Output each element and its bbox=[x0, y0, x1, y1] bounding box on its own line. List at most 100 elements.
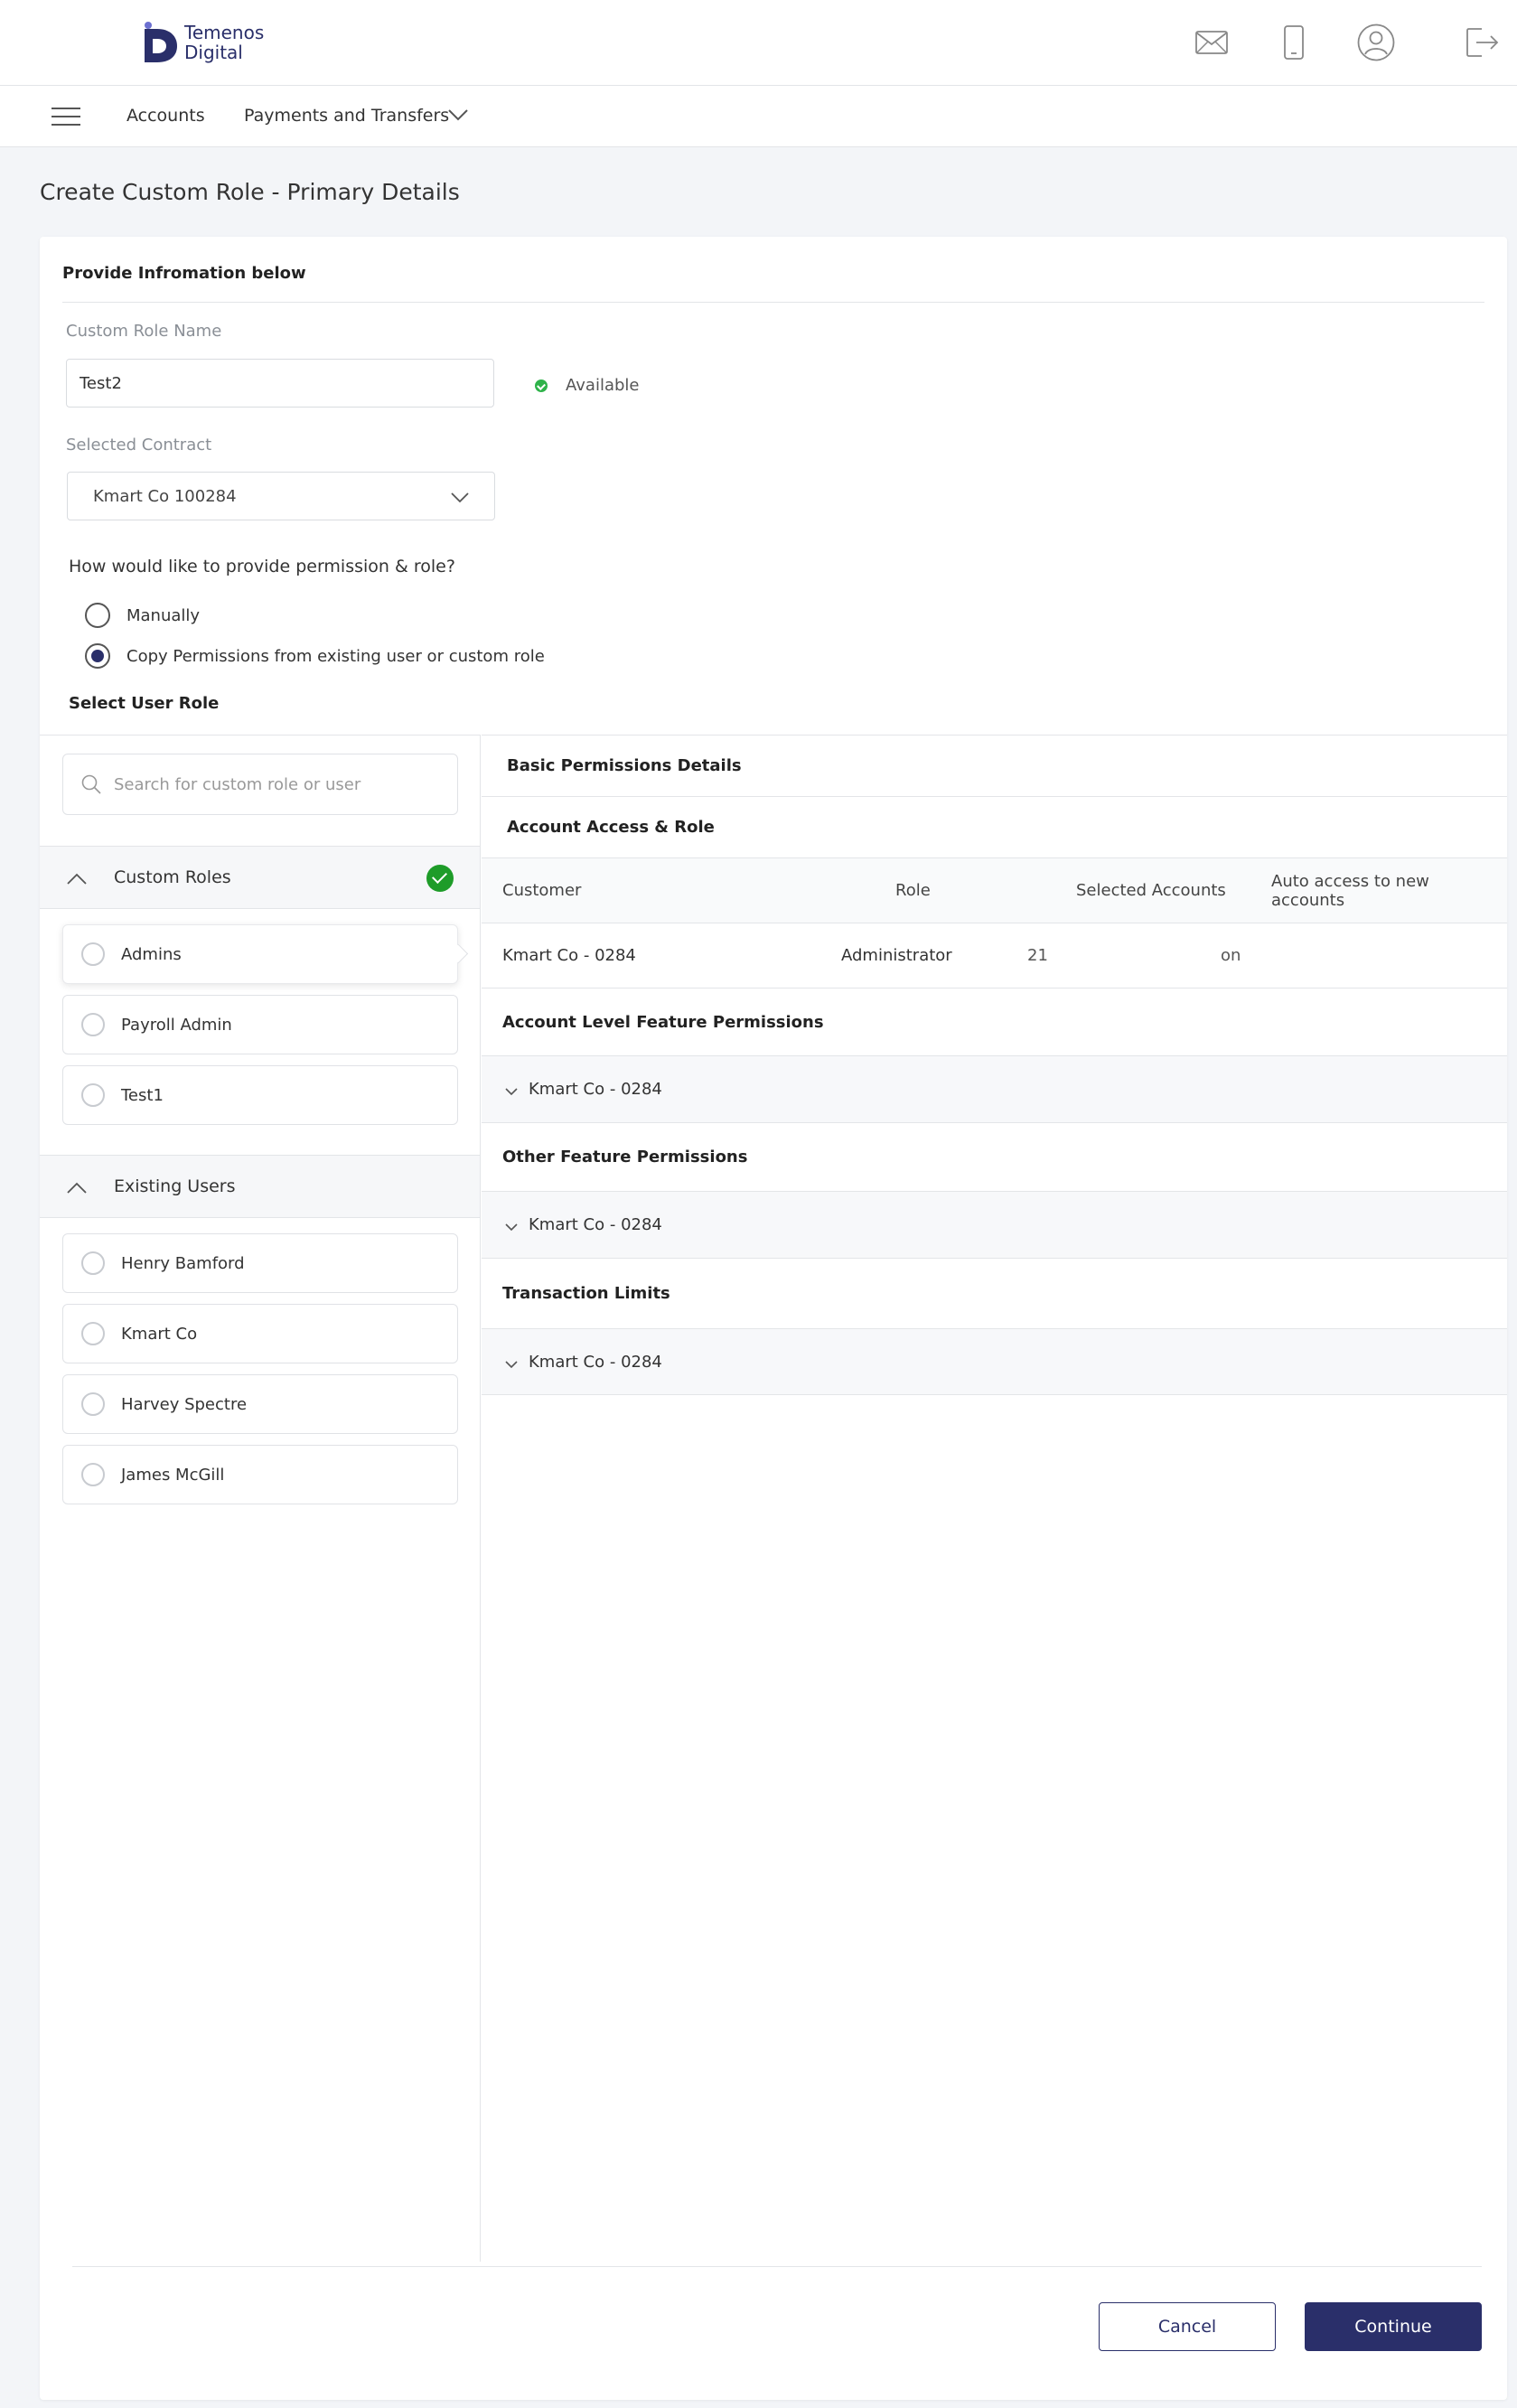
role-option-label: Admins bbox=[121, 944, 182, 964]
radio-button[interactable] bbox=[81, 1251, 105, 1275]
brand-line2: Digital bbox=[184, 42, 243, 63]
basic-permissions-title: Basic Permissions Details bbox=[507, 756, 742, 775]
radio-button-selected[interactable] bbox=[85, 643, 110, 669]
profile-icon[interactable] bbox=[1353, 20, 1399, 65]
user-option-label: James McGill bbox=[121, 1465, 225, 1485]
role-option-admins[interactable]: Admins bbox=[62, 924, 458, 984]
contract-label: Selected Contract bbox=[66, 436, 212, 454]
user-option-james-mcgill[interactable]: James McGill bbox=[62, 1445, 458, 1504]
chevron-up-icon[interactable] bbox=[67, 870, 87, 890]
existing-users-title: Existing Users bbox=[114, 1176, 236, 1196]
page-title: Create Custom Role - Primary Details bbox=[40, 179, 460, 205]
accordion-label: Kmart Co - 0284 bbox=[529, 1352, 662, 1372]
account-level-accordion[interactable]: Kmart Co - 0284 bbox=[482, 1056, 1507, 1123]
radio-button[interactable] bbox=[81, 1083, 105, 1107]
search-icon bbox=[81, 774, 101, 799]
cancel-button[interactable]: Cancel bbox=[1099, 2302, 1276, 2351]
radio-copy-permissions[interactable]: Copy Permissions from existing user or c… bbox=[85, 643, 545, 669]
user-option-label: Kmart Co bbox=[121, 1324, 198, 1344]
account-access-header: Account Access & Role bbox=[482, 797, 1507, 858]
column-selected-accounts: Selected Accounts bbox=[1076, 881, 1226, 900]
radio-button[interactable] bbox=[81, 1322, 105, 1345]
custom-roles-title: Custom Roles bbox=[114, 867, 231, 887]
contract-value: Kmart Co 100284 bbox=[93, 486, 237, 506]
user-option-label: Harvey Spectre bbox=[121, 1394, 248, 1414]
column-customer: Customer bbox=[502, 881, 582, 900]
role-name-input[interactable] bbox=[66, 359, 494, 408]
form-card: Provide Infromation below Custom Role Na… bbox=[40, 237, 1507, 2400]
user-option-kmart-co[interactable]: Kmart Co bbox=[62, 1304, 458, 1363]
chevron-down-icon[interactable] bbox=[505, 1082, 518, 1101]
cell-auto-access: on bbox=[1221, 946, 1241, 965]
accordion-label: Kmart Co - 0284 bbox=[529, 1080, 662, 1099]
other-permissions-accordion[interactable]: Kmart Co - 0284 bbox=[482, 1192, 1507, 1259]
section-title: Provide Infromation below bbox=[62, 264, 306, 283]
cell-selected-accounts: 21 bbox=[1027, 946, 1048, 965]
role-option-test1[interactable]: Test1 bbox=[62, 1065, 458, 1125]
cell-customer: Kmart Co - 0284 bbox=[502, 946, 636, 965]
account-access-title: Account Access & Role bbox=[507, 818, 715, 837]
logout-icon[interactable] bbox=[1460, 20, 1505, 65]
radio-manually-label: Manually bbox=[126, 605, 201, 625]
role-selector-panel: Search for custom role or user Custom Ro… bbox=[40, 735, 481, 2262]
basic-permissions-header: Basic Permissions Details bbox=[482, 736, 1507, 797]
transaction-limits-title: Transaction Limits bbox=[502, 1284, 670, 1303]
permissions-details-panel: Basic Permissions Details Account Access… bbox=[482, 735, 1507, 1395]
brand-logo[interactable]: Temenos Digital bbox=[141, 22, 264, 63]
radio-button[interactable] bbox=[81, 1392, 105, 1416]
role-option-payroll-admin[interactable]: Payroll Admin bbox=[62, 995, 458, 1054]
role-option-label: Payroll Admin bbox=[121, 1015, 232, 1035]
cell-role: Administrator bbox=[841, 946, 952, 965]
table-row: Kmart Co - 0284 Administrator 21 on bbox=[482, 923, 1507, 988]
nav-accounts[interactable]: Accounts bbox=[126, 106, 205, 126]
mobile-icon[interactable] bbox=[1271, 20, 1316, 65]
radio-button[interactable] bbox=[85, 603, 110, 628]
column-role: Role bbox=[895, 881, 931, 900]
chevron-down-icon[interactable] bbox=[505, 1217, 518, 1236]
transaction-limits-accordion[interactable]: Kmart Co - 0284 bbox=[482, 1329, 1507, 1395]
check-circle-icon bbox=[535, 379, 548, 392]
nav-payments[interactable]: Payments and Transfers bbox=[244, 106, 449, 126]
radio-copy-label: Copy Permissions from existing user or c… bbox=[126, 646, 545, 666]
other-permissions-header: Other Feature Permissions bbox=[482, 1123, 1507, 1192]
continue-button[interactable]: Continue bbox=[1305, 2302, 1482, 2351]
role-option-label: Test1 bbox=[121, 1085, 164, 1105]
user-option-henry-bamford[interactable]: Henry Bamford bbox=[62, 1233, 458, 1293]
column-auto-access: Auto access to new accounts bbox=[1271, 871, 1429, 910]
contract-select[interactable]: Kmart Co 100284 bbox=[67, 472, 495, 520]
user-option-label: Henry Bamford bbox=[121, 1253, 245, 1273]
accordion-label: Kmart Co - 0284 bbox=[529, 1215, 662, 1234]
brand-line1: Temenos bbox=[184, 22, 265, 43]
permission-question: How would like to provide permission & r… bbox=[69, 557, 455, 576]
chevron-down-icon[interactable] bbox=[505, 1354, 518, 1373]
top-header: Temenos Digital bbox=[0, 0, 1517, 86]
radio-button[interactable] bbox=[81, 1463, 105, 1486]
chevron-down-icon[interactable] bbox=[448, 108, 468, 125]
mail-icon[interactable] bbox=[1189, 20, 1234, 65]
divider bbox=[62, 302, 1484, 303]
account-level-title: Account Level Feature Permissions bbox=[502, 1012, 824, 1032]
access-table-header: Customer Role Selected Accounts Auto acc… bbox=[482, 858, 1507, 923]
main-nav: Accounts Payments and Transfers bbox=[0, 86, 1517, 147]
existing-users-header[interactable]: Existing Users bbox=[40, 1155, 480, 1218]
select-role-title: Select User Role bbox=[69, 694, 220, 713]
temenos-logo-icon bbox=[141, 22, 179, 63]
search-input[interactable]: Search for custom role or user bbox=[62, 754, 458, 815]
radio-manually[interactable]: Manually bbox=[85, 603, 200, 628]
availability-status: Available bbox=[535, 376, 639, 395]
menu-icon[interactable] bbox=[51, 106, 81, 127]
chevron-up-icon[interactable] bbox=[67, 1179, 87, 1199]
check-circle-icon bbox=[426, 865, 454, 892]
user-option-harvey-spectre[interactable]: Harvey Spectre bbox=[62, 1374, 458, 1434]
custom-roles-header[interactable]: Custom Roles bbox=[40, 846, 480, 909]
transaction-limits-header: Transaction Limits bbox=[482, 1259, 1507, 1329]
radio-button[interactable] bbox=[81, 1013, 105, 1036]
mail-icon[interactable] bbox=[697, 20, 742, 65]
role-name-label: Custom Role Name bbox=[66, 322, 222, 341]
search-placeholder: Search for custom role or user bbox=[114, 774, 361, 794]
other-permissions-title: Other Feature Permissions bbox=[502, 1148, 748, 1167]
account-level-header: Account Level Feature Permissions bbox=[482, 988, 1507, 1056]
radio-button[interactable] bbox=[81, 942, 105, 966]
chevron-down-icon bbox=[451, 489, 469, 508]
availability-text: Available bbox=[566, 376, 640, 395]
